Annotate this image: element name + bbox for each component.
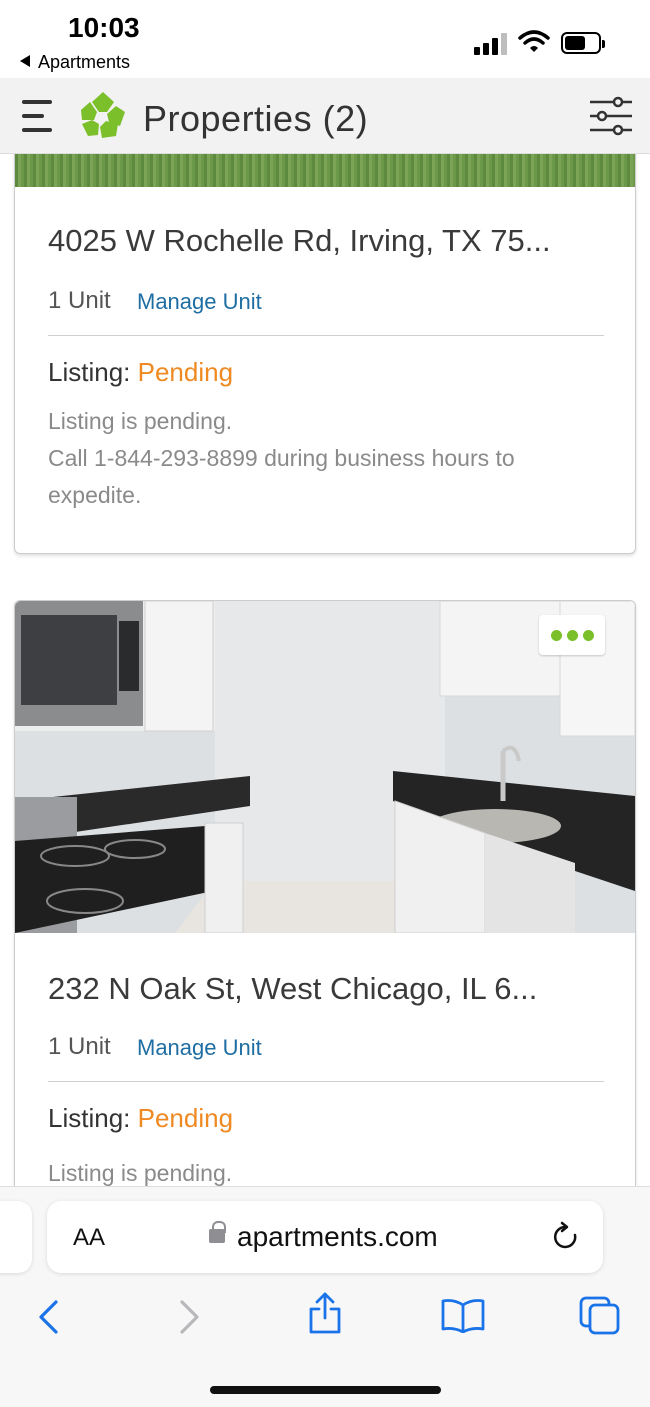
tabs-icon[interactable]	[578, 1295, 622, 1335]
listing-status: Listing: Pending	[48, 1103, 233, 1134]
apartments-logo	[81, 92, 125, 138]
property-address[interactable]: 232 N Oak St, West Chicago, IL 6...	[48, 971, 537, 1007]
property-photo[interactable]	[15, 601, 635, 933]
browser-toolbar: AA apartments.com	[0, 1186, 650, 1407]
more-options-button[interactable]	[539, 615, 605, 655]
listing-description: Listing is pending.	[48, 1155, 608, 1186]
battery-icon	[561, 32, 605, 54]
property-photo[interactable]	[15, 154, 635, 187]
filter-settings-icon[interactable]	[588, 96, 634, 136]
lock-icon	[209, 1221, 226, 1243]
back-triangle-icon	[20, 55, 30, 67]
address-bar[interactable]: AA apartments.com	[47, 1201, 603, 1273]
description-line: Listing is pending.	[48, 1160, 233, 1186]
manage-unit-link[interactable]: Manage Unit	[137, 289, 262, 315]
forward-chevron-icon[interactable]	[176, 1299, 202, 1335]
listing-label: Listing:	[48, 1103, 131, 1133]
url-text[interactable]: apartments.com	[237, 1221, 438, 1253]
menu-icon[interactable]	[22, 98, 54, 134]
clock: 10:03	[68, 12, 140, 43]
cellular-signal-icon	[474, 33, 510, 55]
listing-label: Listing:	[48, 357, 131, 387]
description-line: Call 1-844-293-8899 during business hour…	[48, 445, 515, 508]
divider	[48, 335, 604, 336]
property-card[interactable]: 232 N Oak St, West Chicago, IL 6... 1 Un…	[14, 600, 636, 1186]
share-icon[interactable]	[306, 1291, 344, 1335]
status-bar: 10:03 Apartments	[0, 0, 650, 78]
status-pending: Pending	[137, 1103, 234, 1133]
wifi-icon	[518, 30, 550, 52]
property-list[interactable]: 4025 W Rochelle Rd, Irving, TX 75... 1 U…	[0, 154, 650, 1186]
status-pending: Pending	[137, 357, 234, 387]
reload-icon[interactable]	[551, 1221, 581, 1253]
listing-description: Listing is pending. Call 1-844-293-8899 …	[48, 403, 608, 514]
home-indicator[interactable]	[210, 1386, 441, 1394]
unit-count: 1 Unit	[48, 1033, 111, 1060]
app-header: Properties (2)	[0, 78, 650, 154]
manage-unit-link[interactable]: Manage Unit	[137, 1035, 262, 1061]
unit-count: 1 Unit	[48, 287, 111, 314]
property-address[interactable]: 4025 W Rochelle Rd, Irving, TX 75...	[48, 223, 551, 259]
back-chevron-icon[interactable]	[36, 1299, 62, 1335]
divider	[48, 1081, 604, 1082]
previous-tab-peek[interactable]	[0, 1201, 32, 1273]
bookmarks-icon[interactable]	[440, 1297, 486, 1333]
text-size-button[interactable]: AA	[73, 1224, 105, 1252]
back-to-app-link[interactable]: Apartments	[20, 52, 130, 73]
page-title: Properties (2)	[143, 98, 369, 139]
description-line: Listing is pending.	[48, 408, 233, 434]
listing-status: Listing: Pending	[48, 357, 233, 388]
property-card[interactable]: 4025 W Rochelle Rd, Irving, TX 75... 1 U…	[14, 154, 636, 554]
back-app-label: Apartments	[38, 52, 131, 72]
